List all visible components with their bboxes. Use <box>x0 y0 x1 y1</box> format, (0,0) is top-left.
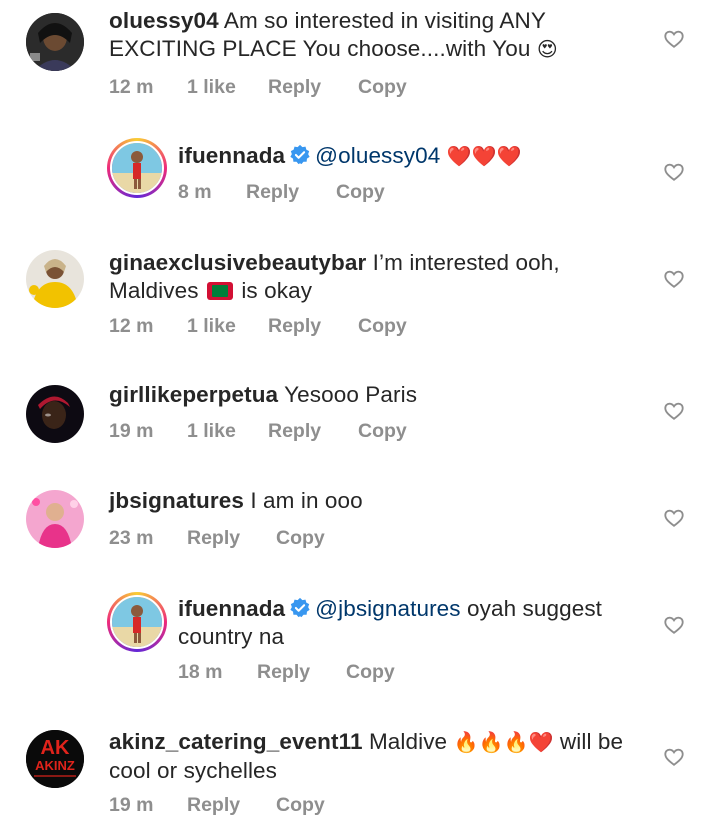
comment-username[interactable]: jbsignatures <box>109 488 244 513</box>
like-count[interactable]: 1 like <box>187 420 236 443</box>
avatar-image <box>26 13 84 71</box>
reply-button[interactable]: Reply <box>268 76 321 99</box>
comment-body-line2b: is okay <box>241 278 313 303</box>
copy-button[interactable]: Copy <box>276 794 325 817</box>
reply-button[interactable]: Reply <box>268 315 321 338</box>
heart-icon[interactable] <box>663 161 685 183</box>
svg-text:AK: AK <box>41 737 70 759</box>
comment-username[interactable]: girllikeperpetua <box>109 382 278 407</box>
reply-button[interactable]: Reply <box>268 420 321 443</box>
comment-time: 12 m <box>109 76 154 98</box>
comment-time: 19 m <box>109 420 154 442</box>
copy-button[interactable]: Copy <box>336 181 385 204</box>
comment-time: 12 m <box>109 315 154 337</box>
comment-body-line2: cool or sychelles <box>109 758 278 783</box>
comment-body: Am so interested in visiting ANY <box>218 8 546 33</box>
heart-icon[interactable] <box>663 400 685 422</box>
avatar[interactable] <box>26 250 84 308</box>
comment-time: 23 m <box>109 527 154 549</box>
comment-text: oluessy04 Am so interested in visiting A… <box>109 7 649 64</box>
heart-icon[interactable] <box>663 268 685 290</box>
avatar-image <box>26 250 84 308</box>
comment-username[interactable]: ifuennada <box>178 596 285 621</box>
avatar-image <box>112 597 162 647</box>
comment-text: ifuennada @jbsignatures oyah suggest coun… <box>178 595 648 651</box>
comment-username[interactable]: ginaexclusivebeautybar <box>109 250 366 275</box>
avatar-image <box>26 385 84 443</box>
comment-body-cont: will be <box>553 729 624 754</box>
avatar[interactable] <box>26 385 84 443</box>
avatar[interactable]: AK AKINZ <box>26 730 84 788</box>
copy-button[interactable]: Copy <box>358 420 407 443</box>
heart-icon[interactable] <box>663 746 685 768</box>
emoji: ❤️❤️❤️ <box>446 146 522 168</box>
avatar-image <box>112 143 162 193</box>
comment-time: 8 m <box>178 181 212 203</box>
copy-button[interactable]: Copy <box>276 527 325 550</box>
maldives-flag-icon <box>206 282 233 300</box>
copy-button[interactable]: Copy <box>346 661 395 684</box>
avatar[interactable] <box>107 138 167 198</box>
verified-badge-icon <box>290 597 310 618</box>
like-count[interactable]: 1 like <box>187 315 236 338</box>
comment-body: oyah suggest <box>460 596 603 621</box>
avatar-image <box>26 490 84 548</box>
comment-text: girllikeperpetua Yesooo Paris <box>109 381 649 409</box>
comment-body-line2: Maldives <box>109 278 199 303</box>
comment-username[interactable]: ifuennada <box>178 143 285 168</box>
comment-body-line2: EXCITING PLACE You choose....with You <box>109 36 531 61</box>
comment-text: ifuennada @oluessy04 ❤️❤️❤️ <box>178 142 658 171</box>
comment-text: akinz_catering_event11 Maldive 🔥🔥🔥❤️ wil… <box>109 728 669 785</box>
emoji: 😍 <box>536 39 558 61</box>
reply-button[interactable]: Reply <box>187 794 240 817</box>
avatar-image: AK AKINZ <box>26 730 84 788</box>
comment-body: I am in ooo <box>243 488 363 513</box>
mention-link[interactable]: @oluessy04 <box>315 143 440 168</box>
heart-icon[interactable] <box>663 614 685 636</box>
copy-button[interactable]: Copy <box>358 315 407 338</box>
mention-link[interactable]: @jbsignatures <box>315 596 460 621</box>
comment-body: I’m interested ooh, <box>366 250 560 275</box>
comment-body: Yesooo Paris <box>278 382 418 407</box>
reply-button[interactable]: Reply <box>187 527 240 550</box>
emoji: 🔥🔥🔥❤️ <box>453 732 554 754</box>
heart-icon[interactable] <box>663 507 685 529</box>
avatar[interactable] <box>26 13 84 71</box>
comment-body-line2: country na <box>178 624 285 649</box>
avatar[interactable] <box>107 592 167 652</box>
reply-button[interactable]: Reply <box>257 661 310 684</box>
comment-username[interactable]: akinz_catering_event11 <box>109 729 363 754</box>
heart-icon[interactable] <box>663 28 685 50</box>
copy-button[interactable]: Copy <box>358 76 407 99</box>
comment-text: ginaexclusivebeautybar I’m interested oo… <box>109 249 649 305</box>
like-count[interactable]: 1 like <box>187 76 236 99</box>
comment-body: Maldive <box>362 729 448 754</box>
comment-username[interactable]: oluessy04 <box>109 8 219 33</box>
comment-time: 18 m <box>178 661 223 683</box>
verified-badge-icon <box>290 144 310 165</box>
avatar[interactable] <box>26 490 84 548</box>
comment-text: jbsignatures I am in ooo <box>109 487 649 515</box>
reply-button[interactable]: Reply <box>246 181 299 204</box>
comment-time: 19 m <box>109 794 154 816</box>
avatar-logo-text: AKINZ <box>35 758 75 773</box>
